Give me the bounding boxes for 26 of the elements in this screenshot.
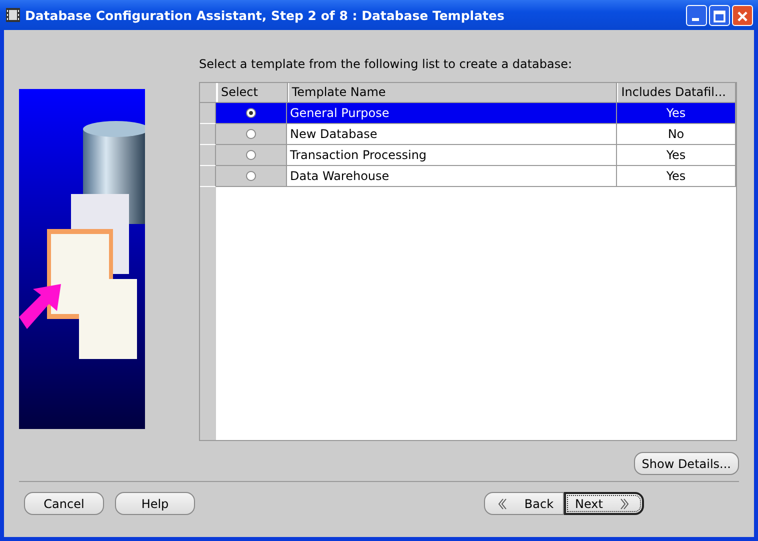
row-header[interactable]	[200, 103, 216, 124]
row-header[interactable]	[200, 124, 216, 145]
radio-button[interactable]	[246, 150, 256, 160]
minimize-button[interactable]	[686, 4, 707, 26]
table-cell: General Purpose	[287, 103, 617, 124]
row-header[interactable]	[200, 166, 216, 187]
radio-button[interactable]	[246, 129, 256, 139]
radio-button[interactable]	[246, 171, 256, 181]
radio-button[interactable]	[246, 108, 256, 118]
table-cell: Yes	[617, 103, 736, 124]
maximize-button[interactable]	[709, 4, 730, 26]
instruction-text: Select a template from the following list to create a database:	[199, 57, 574, 73]
film-icon	[5, 7, 21, 23]
minimize-icon	[692, 18, 699, 20]
show-details-button[interactable]: Show Details...	[634, 452, 739, 475]
selected-row[interactable]: General Purpose Yes	[200, 103, 736, 124]
dialog-button[interactable]: Help	[115, 492, 195, 515]
row-header[interactable]	[200, 145, 216, 166]
next-button[interactable]: Next	[564, 492, 644, 515]
column-header[interactable]: Includes Datafil...	[617, 83, 736, 102]
window-title: Database Configuration Assistant, Step 2 of 8 : Database Templates	[25, 8, 506, 22]
close-button[interactable]	[732, 4, 753, 26]
back-button[interactable]: Back	[484, 492, 564, 515]
column-header[interactable]: Template Name	[288, 83, 618, 102]
dialog-button[interactable]: Cancel	[24, 492, 104, 515]
column-header[interactable]: Select	[216, 83, 288, 102]
